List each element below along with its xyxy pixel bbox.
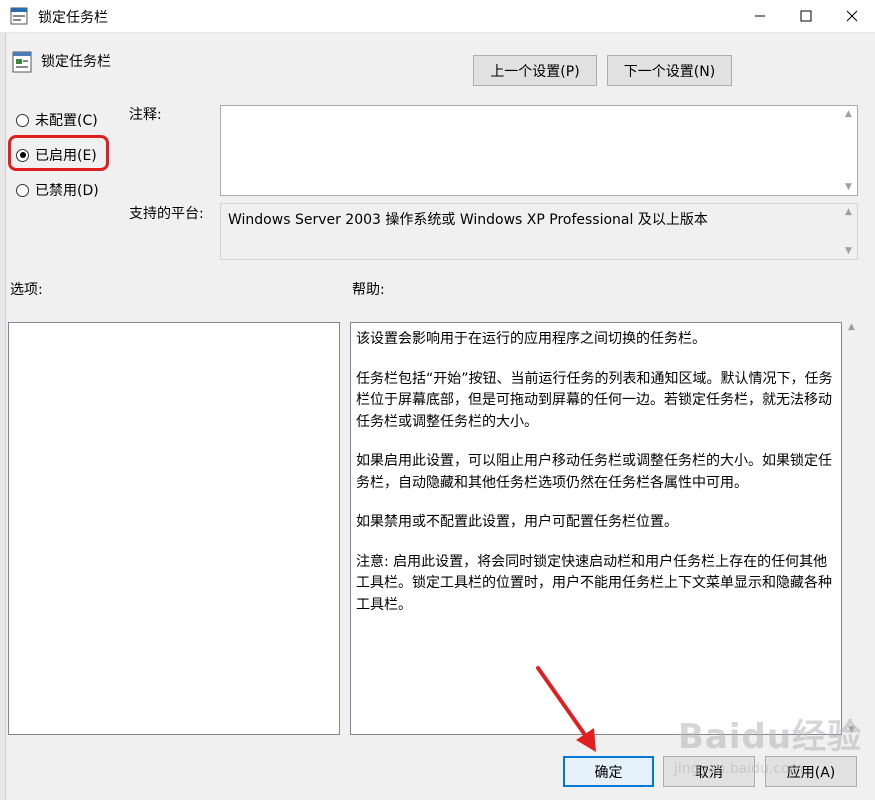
close-button[interactable]: [829, 0, 875, 32]
platform-value: Windows Server 2003 操作系统或 Windows XP Pro…: [228, 212, 708, 228]
highlight-annotation: [8, 135, 109, 171]
platform-scrollbar[interactable]: ▲ ▼: [840, 204, 857, 259]
help-paragraph: 如果禁用或不配置此设置，用户可配置任务栏位置。: [356, 514, 678, 530]
help-paragraph: 该设置会影响用于在运行的应用程序之间切换的任务栏。: [356, 331, 706, 347]
help-label: 帮助:: [352, 282, 385, 298]
window-title: 锁定任务栏: [38, 10, 108, 26]
scroll-down-icon[interactable]: ▼: [845, 243, 852, 259]
platform-field: Windows Server 2003 操作系统或 Windows XP Pro…: [220, 203, 858, 260]
ok-button[interactable]: 确定: [563, 756, 654, 787]
minimize-icon: [755, 15, 765, 17]
minimize-button[interactable]: [737, 0, 783, 32]
help-paragraph: 如果启用此设置，可以阻止用户移动任务栏或调整任务栏的大小。如果锁定任务栏，自动隐…: [356, 453, 832, 491]
scroll-up-icon[interactable]: ▲: [845, 106, 852, 122]
policy-name: 锁定任务栏: [41, 54, 111, 70]
radio-disabled-label: 已禁用(D): [35, 183, 99, 199]
scroll-up-icon[interactable]: ▲: [845, 204, 852, 220]
close-icon: [846, 10, 858, 22]
comment-textarea[interactable]: ▲ ▼: [220, 105, 858, 196]
help-paragraph: 注意: 启用此设置，将会同时锁定快速启动栏和用户任务栏上存在的任何其他工具栏。锁…: [356, 553, 832, 613]
baidu-watermark: Baidu经验 jingyan.baidu.com: [668, 705, 868, 790]
comment-scrollbar[interactable]: ▲ ▼: [840, 106, 857, 195]
previous-setting-button[interactable]: 上一个设置(P): [473, 55, 597, 86]
comment-label: 注释:: [129, 107, 162, 123]
title-bar: 锁定任务栏: [0, 0, 875, 33]
watermark-url: jingyan.baidu.com: [674, 761, 804, 777]
watermark-brand: Baidu经验: [678, 717, 863, 757]
radio-not-configured[interactable]: 未配置(C): [16, 110, 98, 130]
policy-setting-icon: [12, 51, 32, 73]
radio-not-configured-label: 未配置(C): [35, 113, 98, 129]
help-scrollbar[interactable]: ▲ ▼: [843, 322, 860, 735]
scroll-up-icon[interactable]: ▲: [848, 322, 855, 332]
maximize-button[interactable]: [783, 0, 829, 32]
background-window-edge: [0, 32, 6, 800]
scroll-down-icon[interactable]: ▼: [845, 179, 852, 195]
platform-label: 支持的平台:: [129, 206, 204, 222]
maximize-icon: [800, 10, 812, 22]
red-arrow-annotation: [536, 666, 596, 752]
options-panel: [8, 322, 340, 735]
radio-circle[interactable]: [16, 183, 29, 197]
help-paragraph: 任务栏包括“开始”按钮、当前运行任务的列表和通知区域。默认情况下，任务栏位于屏幕…: [356, 370, 833, 430]
policy-window-icon: [10, 7, 28, 25]
next-setting-button[interactable]: 下一个设置(N): [607, 55, 732, 86]
radio-circle[interactable]: [16, 113, 29, 127]
radio-disabled[interactable]: 已禁用(D): [16, 180, 99, 200]
options-label: 选项:: [10, 282, 43, 298]
